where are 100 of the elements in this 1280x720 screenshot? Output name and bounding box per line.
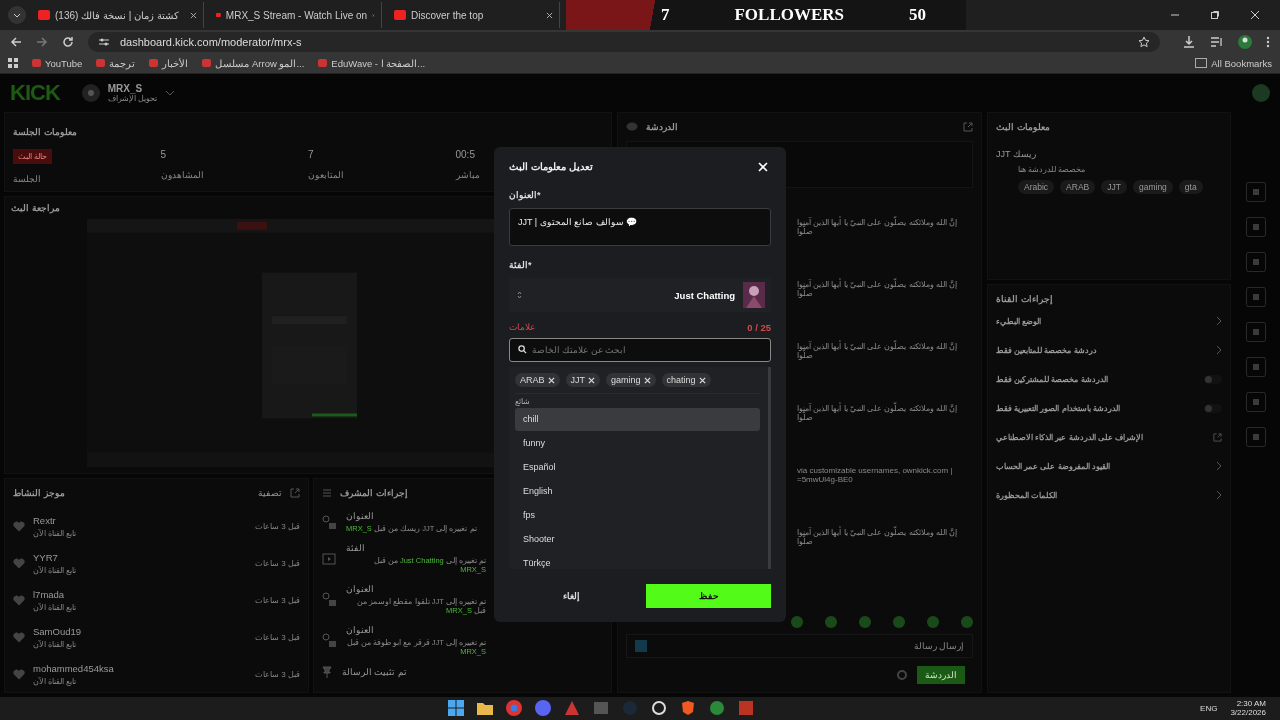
browser-tab[interactable]: Discover the top [388,2,560,28]
remove-icon[interactable] [643,376,651,384]
tag-option[interactable]: funny [515,432,760,455]
clock-time[interactable]: 2:30 AM [1236,699,1266,709]
tag-option[interactable]: Türkçe [515,552,760,569]
chat-input[interactable]: إرسال رسالة [626,633,973,658]
tag: ARAB [1060,179,1096,194]
media-icon[interactable] [1210,36,1224,48]
popout-icon[interactable] [290,487,300,498]
favicon-icon [394,10,406,20]
apps-grid-icon[interactable] [8,58,18,69]
tag: gta [1178,179,1203,194]
tag-option[interactable]: Shooter [515,528,760,551]
sidebar-tool-icon[interactable] [1246,251,1266,272]
toggle-switch[interactable] [1204,374,1222,384]
all-bookmarks-link[interactable]: All Bookmarks [1195,57,1272,69]
download-icon[interactable] [1182,35,1196,49]
sidebar-tool-icon[interactable] [1246,286,1266,307]
profile-avatar-icon[interactable] [1238,35,1252,49]
tag-option[interactable]: Español [515,456,760,479]
tag-option[interactable]: chill [515,408,760,431]
stat-label: المتابعون [308,169,344,180]
channel-action-item[interactable]: الدردشة مخصصة للمشتركين فقط [996,364,1222,394]
emoji-icon[interactable] [635,639,647,652]
channel-action-item[interactable]: الإشراف على الدردشة عبر الذكاء الاصطناعي [996,422,1222,452]
heart-icon [13,594,25,606]
close-icon[interactable] [1250,10,1260,20]
bookmark-link[interactable]: مسلسل Arrow المو... [202,57,305,69]
sidebar-tool-icon[interactable] [1246,181,1266,202]
emote-icon[interactable] [893,615,905,628]
back-icon[interactable] [10,36,22,48]
more-icon[interactable] [1266,36,1270,48]
close-icon[interactable] [546,11,553,19]
dialog-title: تعديل معلومات البث [509,161,593,172]
channel-action-item[interactable]: الكلمات المحظورة [996,480,1222,510]
bookmark-link[interactable]: EduWave - الصفحة ا... [318,57,426,69]
shield-icon[interactable] [679,700,696,717]
chevron-right-icon [1216,316,1222,327]
app-icon[interactable] [650,700,667,717]
toggle-switch[interactable] [1204,403,1222,413]
field-label: الفئة* [509,260,533,270]
channel-action-item[interactable]: الوضع البطيء [996,306,1222,336]
chat-message: إنَّ الله وملائكته يصلّون على النبيّ يا أيها الذين آمنوا صلّوا [797,217,958,236]
category-select[interactable]: Just Chatting [509,278,771,312]
close-icon[interactable] [190,11,197,19]
sidebar-tool-icon[interactable] [1246,356,1266,377]
star-icon[interactable] [1138,36,1150,48]
channel-action-item[interactable]: الدردشة باستخدام الصور التعبيرية فقط [996,393,1222,423]
bookmark-link[interactable]: الأخبار [149,57,189,69]
tag-chip[interactable]: ARAB [515,373,560,387]
user-avatar-icon[interactable] [1252,83,1270,102]
browser-tab[interactable]: MRX_S Stream - Watch Live on [210,2,382,28]
clock-date[interactable]: 3/22/2026 [1230,708,1266,718]
channel-action-item[interactable]: القيود المفروضة على عمر الحساب [996,451,1222,481]
tag-search-field[interactable]: ابحث عن علامتك الخاصة [509,338,771,362]
timestamp: قبل 3 ساعات [255,558,300,568]
emote-icon[interactable] [791,615,803,628]
search-icon [518,345,527,354]
sidebar-tool-icon[interactable] [1246,321,1266,342]
send-button[interactable]: الدردشة [917,665,965,684]
remove-icon[interactable] [698,376,706,384]
sidebar-tool-icon[interactable] [1246,426,1266,447]
tag-option[interactable]: fps [515,504,760,527]
stat-value: 00:5 [455,148,475,160]
save-button[interactable]: حفظ [646,584,771,608]
settings-icon[interactable] [897,669,907,680]
sidebar-tool-icon[interactable] [1246,391,1266,412]
address-bar[interactable]: dashboard.kick.com/moderator/mrx-s [88,32,1160,52]
reload-icon[interactable] [62,36,74,48]
emote-icon[interactable] [927,615,939,628]
chevron-down-icon[interactable] [165,89,175,96]
filter-button[interactable]: تصفية [258,487,282,498]
emote-icon[interactable] [825,615,837,628]
tag-chip[interactable]: chating [661,373,711,387]
tag-option[interactable]: English [515,480,760,503]
emote-icon[interactable] [961,615,973,628]
pin-icon [322,665,332,678]
restore-icon[interactable] [1210,10,1220,20]
channel-action-item[interactable]: دردشة مخصصة للمتابعين فقط [996,335,1222,365]
remove-icon[interactable] [588,376,595,384]
external-link-icon [1213,432,1222,442]
site-settings-icon[interactable] [98,37,110,47]
forward-icon[interactable] [36,36,48,48]
tag-chip[interactable]: JJT [565,373,600,387]
follower-name: l7mada [33,588,66,600]
bookmark-link[interactable]: ترجمة [96,57,136,69]
remove-icon[interactable] [547,376,555,384]
popout-icon[interactable] [963,121,973,132]
tag-chip[interactable]: gaming [606,373,656,387]
language-indicator[interactable]: ENG [1200,703,1218,713]
sidebar-tool-icon[interactable] [1246,216,1266,237]
browser-tab[interactable]: (136) كشتة زمان | نسخة فالك [32,2,204,28]
browser-icon[interactable] [505,700,522,717]
activity-text: تابع القناة الآن [33,528,77,538]
folder-icon[interactable] [476,701,493,716]
chat-app-icon[interactable] [534,700,551,717]
start-icon[interactable] [447,700,464,717]
stat-label: مباشر [455,169,480,180]
bookmark-link[interactable]: YouTube [32,57,83,69]
emote-icon[interactable] [859,615,871,628]
